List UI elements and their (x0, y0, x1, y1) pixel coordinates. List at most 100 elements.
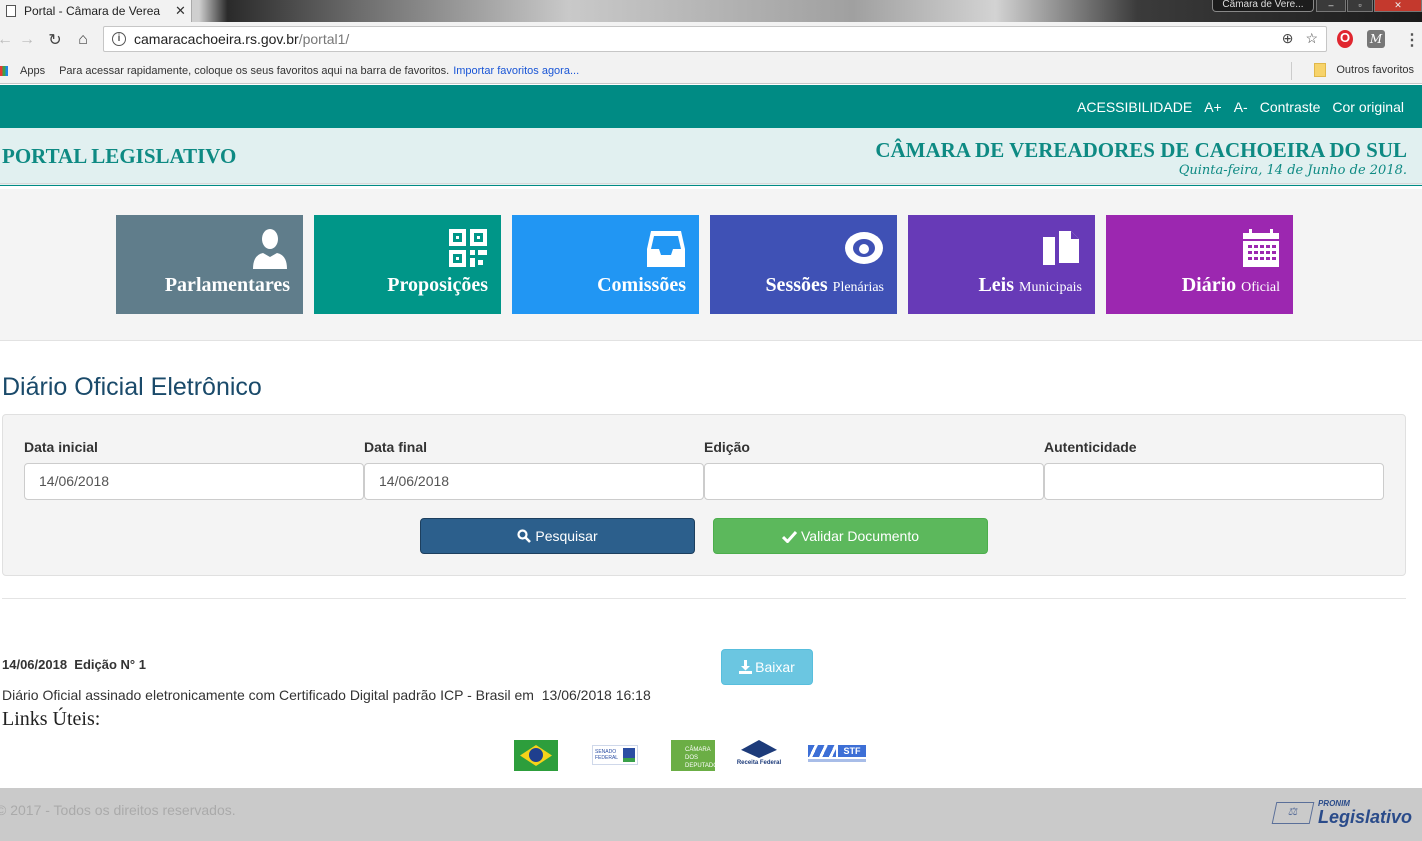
qrcode-icon (449, 229, 487, 267)
opera-extension-icon[interactable]: O (1337, 30, 1353, 48)
accessibility-bar: ACESSIBILIDADE A+ A- Contraste Cor origi… (0, 85, 1422, 128)
inbox-icon (647, 231, 685, 267)
browser-tab[interactable]: Portal - Câmara de Verea ✕ (0, 0, 192, 22)
home-icon[interactable]: ⌂ (72, 31, 94, 49)
tile-leis[interactable]: Leis Municipais (908, 215, 1095, 314)
other-bookmarks-label: Outros favoritos (1336, 64, 1414, 76)
bookmark-star-icon[interactable]: ☆ (1305, 30, 1318, 47)
edition-input[interactable] (704, 463, 1044, 500)
scale-icon: ⚖ (1271, 802, 1315, 824)
reload-icon[interactable]: ↻ (44, 30, 66, 50)
tile-parlamentares[interactable]: Parlamentares (116, 215, 303, 314)
tile-sessoes[interactable]: Sessões Plenárias (710, 215, 897, 314)
tile-label: Leis (978, 274, 1014, 296)
import-bookmarks-link[interactable]: Importar favoritos agora... (453, 65, 579, 77)
tab-close-icon[interactable]: ✕ (175, 3, 191, 19)
minimize-button[interactable]: – (1316, 0, 1346, 12)
files-icon (1043, 231, 1079, 265)
validate-button-label: Validar Documento (800, 528, 920, 544)
stf-logo-text: STF (838, 745, 866, 757)
tile-comissoes[interactable]: Comissões (512, 215, 699, 314)
copyright-text: © 2017 - Todos os direitos reservados. (0, 802, 236, 818)
footer: © 2017 - Todos os direitos reservados. ⚖… (0, 788, 1422, 841)
bookmarks-bar: Apps Para acessar rapidamente, coloque o… (0, 58, 1422, 84)
site-header: PORTAL LEGISLATIVO CÂMARA DE VEREADORES … (0, 128, 1422, 186)
link-camara-deputados[interactable]: CÂMARA DOS DEPUTADOS (671, 740, 722, 771)
current-date: Quinta-feira, 14 de Junho de 2018. (1178, 163, 1407, 178)
tile-diario[interactable]: Diário Oficial (1106, 215, 1293, 314)
senado-logo-text: SENADO FEDERAL (595, 749, 619, 761)
receita-logo-icon (741, 740, 777, 758)
window-close-button[interactable]: ✕ (1374, 0, 1422, 12)
eye-icon (845, 232, 883, 264)
link-stf[interactable]: STF (808, 745, 866, 765)
info-icon[interactable]: i (112, 32, 126, 46)
folder-icon (1314, 63, 1327, 77)
zoom-icon[interactable]: ⊕ (1282, 30, 1294, 47)
tile-proposicoes[interactable]: Proposições (314, 215, 501, 314)
tile-label: Comissões (597, 274, 686, 296)
user-icon (253, 229, 287, 269)
browser-menu-icon[interactable]: ⋮ (1404, 30, 1420, 50)
tile-sublabel: Municipais (1019, 280, 1082, 295)
back-icon[interactable]: ← (0, 31, 16, 49)
apps-icon[interactable] (0, 65, 8, 76)
address-bar[interactable]: i camaracachoeira.rs.gov.br/portal1/ ⊕ ☆ (103, 26, 1327, 52)
stf-logo-subtitle (808, 759, 866, 762)
edition-label: Edição (704, 439, 750, 455)
bookmarks-separator (1291, 62, 1292, 80)
authenticity-input[interactable] (1044, 463, 1384, 500)
search-button-label: Pesquisar (535, 528, 598, 544)
validate-document-button[interactable]: Validar Documento (713, 518, 988, 554)
document-icon (6, 5, 16, 17)
tile-sublabel: Oficial (1241, 280, 1280, 295)
download-icon (739, 660, 753, 674)
calendar-icon (1243, 229, 1279, 267)
search-icon (517, 529, 532, 543)
original-color-link[interactable]: Cor original (1332, 99, 1404, 115)
link-brasil[interactable] (514, 740, 558, 771)
browser-titlebar: Portal - Câmara de Verea ✕ Câmara de Ver… (0, 0, 1422, 22)
brand-main: Legislativo (1317, 807, 1412, 827)
tile-label: Sessões (765, 274, 828, 296)
apps-link[interactable]: Apps (20, 65, 45, 77)
end-date-input[interactable]: 14/06/2018 (364, 463, 704, 500)
tile-sublabel: Plenárias (832, 280, 884, 295)
pronim-logo[interactable]: ⚖ PRONIM Legislativo (1271, 800, 1412, 827)
font-decrease-link[interactable]: A- (1234, 99, 1248, 115)
tile-label: Diário (1181, 274, 1237, 296)
url-path: /portal1/ (298, 31, 350, 47)
search-button[interactable]: Pesquisar (420, 518, 695, 554)
flag-globe (529, 748, 543, 762)
result-description: Diário Oficial assinado eletronicamente … (2, 687, 651, 703)
link-senado-federal[interactable]: SENADO FEDERAL (592, 745, 638, 765)
url-host: camaracachoeira.rs.gov.br (134, 31, 299, 47)
tile-label: Proposições (387, 274, 488, 296)
authenticity-label: Autenticidade (1044, 439, 1137, 455)
browser-toolbar: ← → ↻ ⌂ i camaracachoeira.rs.gov.br/port… (0, 22, 1422, 58)
start-date-label: Data inicial (24, 439, 98, 455)
receita-logo-text: Receita Federal (736, 760, 782, 766)
font-increase-link[interactable]: A+ (1204, 99, 1222, 115)
menu-tiles: Parlamentares Proposições Comissões Sess… (0, 189, 1422, 341)
bookmarks-hint: Para acessar rapidamente, coloque os seu… (59, 64, 450, 77)
other-bookmarks[interactable]: Outros favoritos (1314, 63, 1414, 77)
result-header: 14/06/2018 Edição N° 1 (2, 657, 146, 672)
tile-label: Parlamentares (164, 274, 290, 296)
maximize-button[interactable]: ▫ (1347, 0, 1373, 12)
divider (2, 598, 1406, 599)
portal-title[interactable]: PORTAL LEGISLATIVO (2, 144, 236, 169)
window-thumbnail-title: Câmara de Vere... (1212, 0, 1314, 12)
download-button-label: Baixar (755, 659, 795, 675)
page-title: Diário Oficial Eletrônico (2, 373, 262, 401)
senado-logo-icon (623, 748, 635, 762)
accessibility-label: ACESSIBILIDADE (1077, 98, 1193, 115)
forward-icon[interactable]: → (16, 31, 38, 49)
start-date-input[interactable]: 14/06/2018 (24, 463, 364, 500)
m-extension-icon[interactable]: M (1367, 30, 1385, 48)
download-button[interactable]: Baixar (721, 649, 813, 685)
check-icon (781, 530, 797, 543)
tab-title: Portal - Câmara de Verea (24, 4, 161, 18)
contrast-link[interactable]: Contraste (1260, 99, 1321, 115)
link-receita-federal[interactable]: Receita Federal (736, 740, 782, 771)
